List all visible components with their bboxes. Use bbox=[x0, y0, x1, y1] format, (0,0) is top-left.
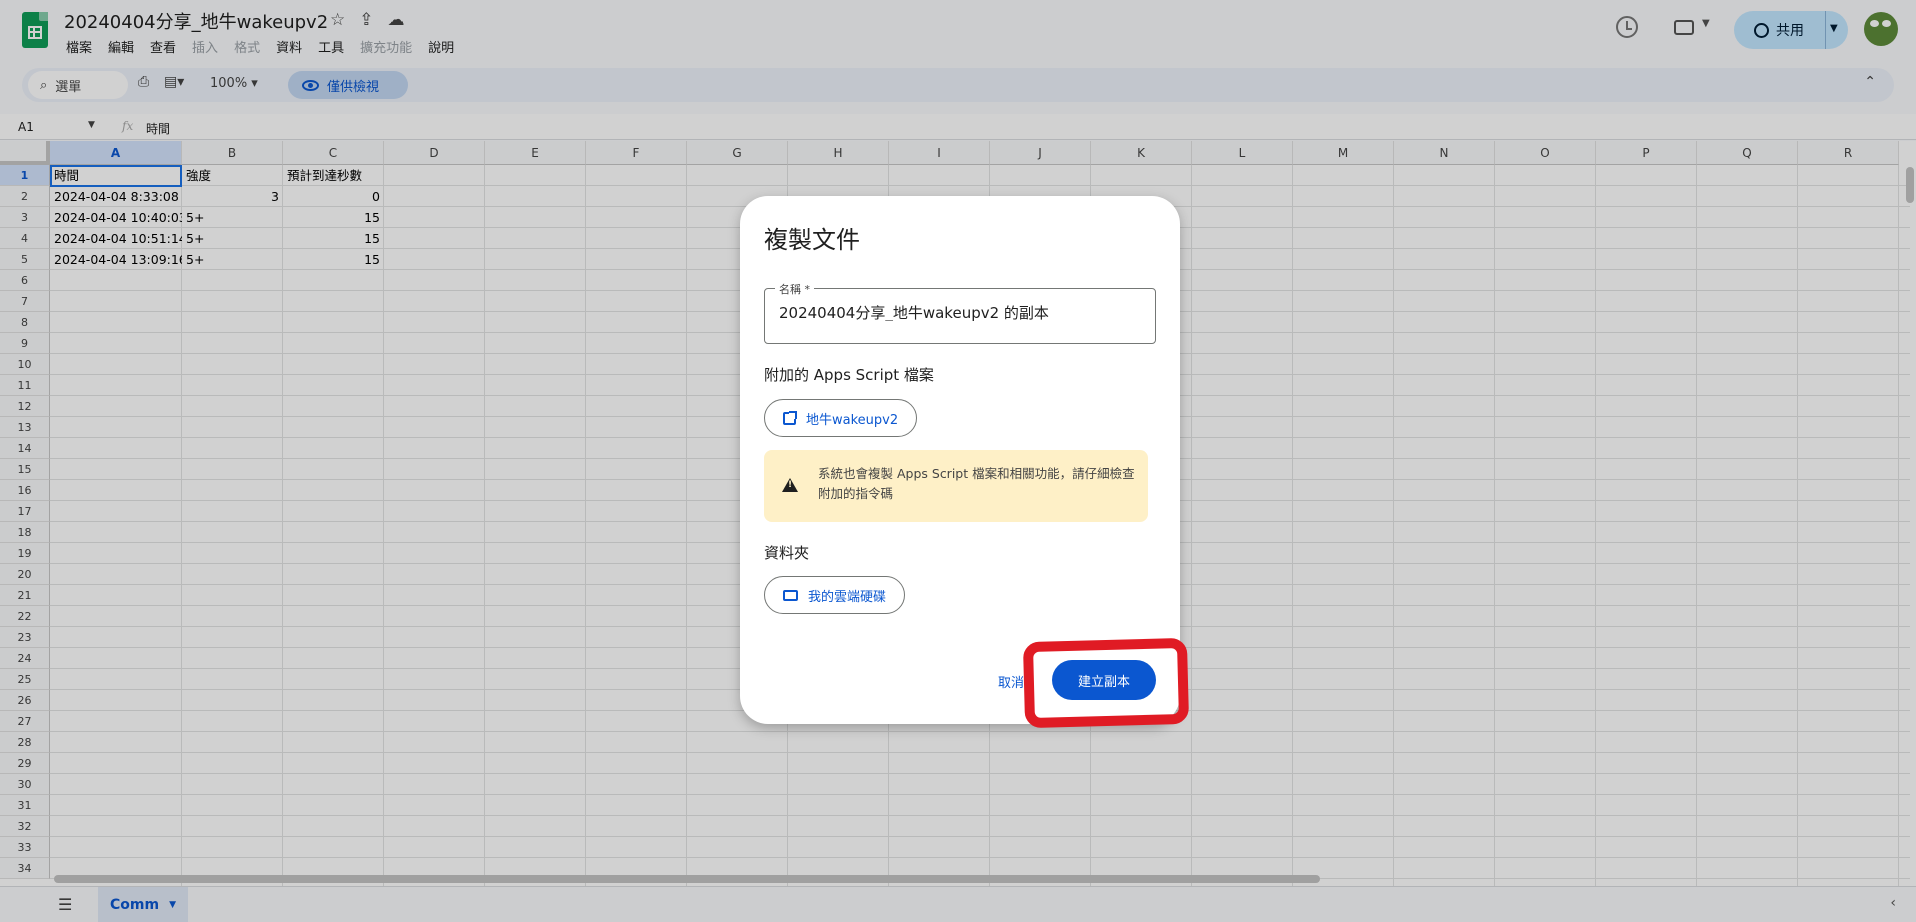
red-annotation-highlight bbox=[1022, 637, 1190, 729]
dialog-title: 複製文件 bbox=[764, 226, 860, 254]
folder-label: 資料夾 bbox=[764, 544, 810, 562]
sheets-app: 20240404分享_地牛wakeupv2 ☆ ⇪ ☁ 檔案 編輯 查看 插入 格式 資料… bbox=[0, 0, 1916, 922]
apps-script-label: 附加的 Apps Script 檔案 bbox=[764, 366, 934, 384]
folder-value: 我的雲端硬碟 bbox=[808, 589, 887, 605]
warning-text: 系統也會複製 Apps Script 檔案和相關功能，請仔細檢查附加的指令碼 bbox=[818, 466, 1135, 501]
apps-script-file-label: 地牛wakeupv2 bbox=[806, 412, 899, 428]
folder-icon bbox=[783, 589, 798, 601]
name-field: 名稱 * bbox=[764, 281, 1156, 344]
apps-script-file-button[interactable]: 地牛wakeupv2 bbox=[764, 399, 918, 437]
open-in-new-icon bbox=[783, 410, 797, 425]
warning-banner: 系統也會複製 Apps Script 檔案和相關功能，請仔細檢查附加的指令碼 bbox=[764, 450, 1148, 522]
warning-icon bbox=[782, 478, 798, 492]
name-input[interactable] bbox=[779, 303, 1139, 321]
name-field-label: 名稱 * bbox=[775, 281, 814, 297]
cancel-button[interactable]: 取消 bbox=[998, 672, 1024, 691]
folder-button[interactable]: 我的雲端硬碟 bbox=[764, 576, 906, 614]
